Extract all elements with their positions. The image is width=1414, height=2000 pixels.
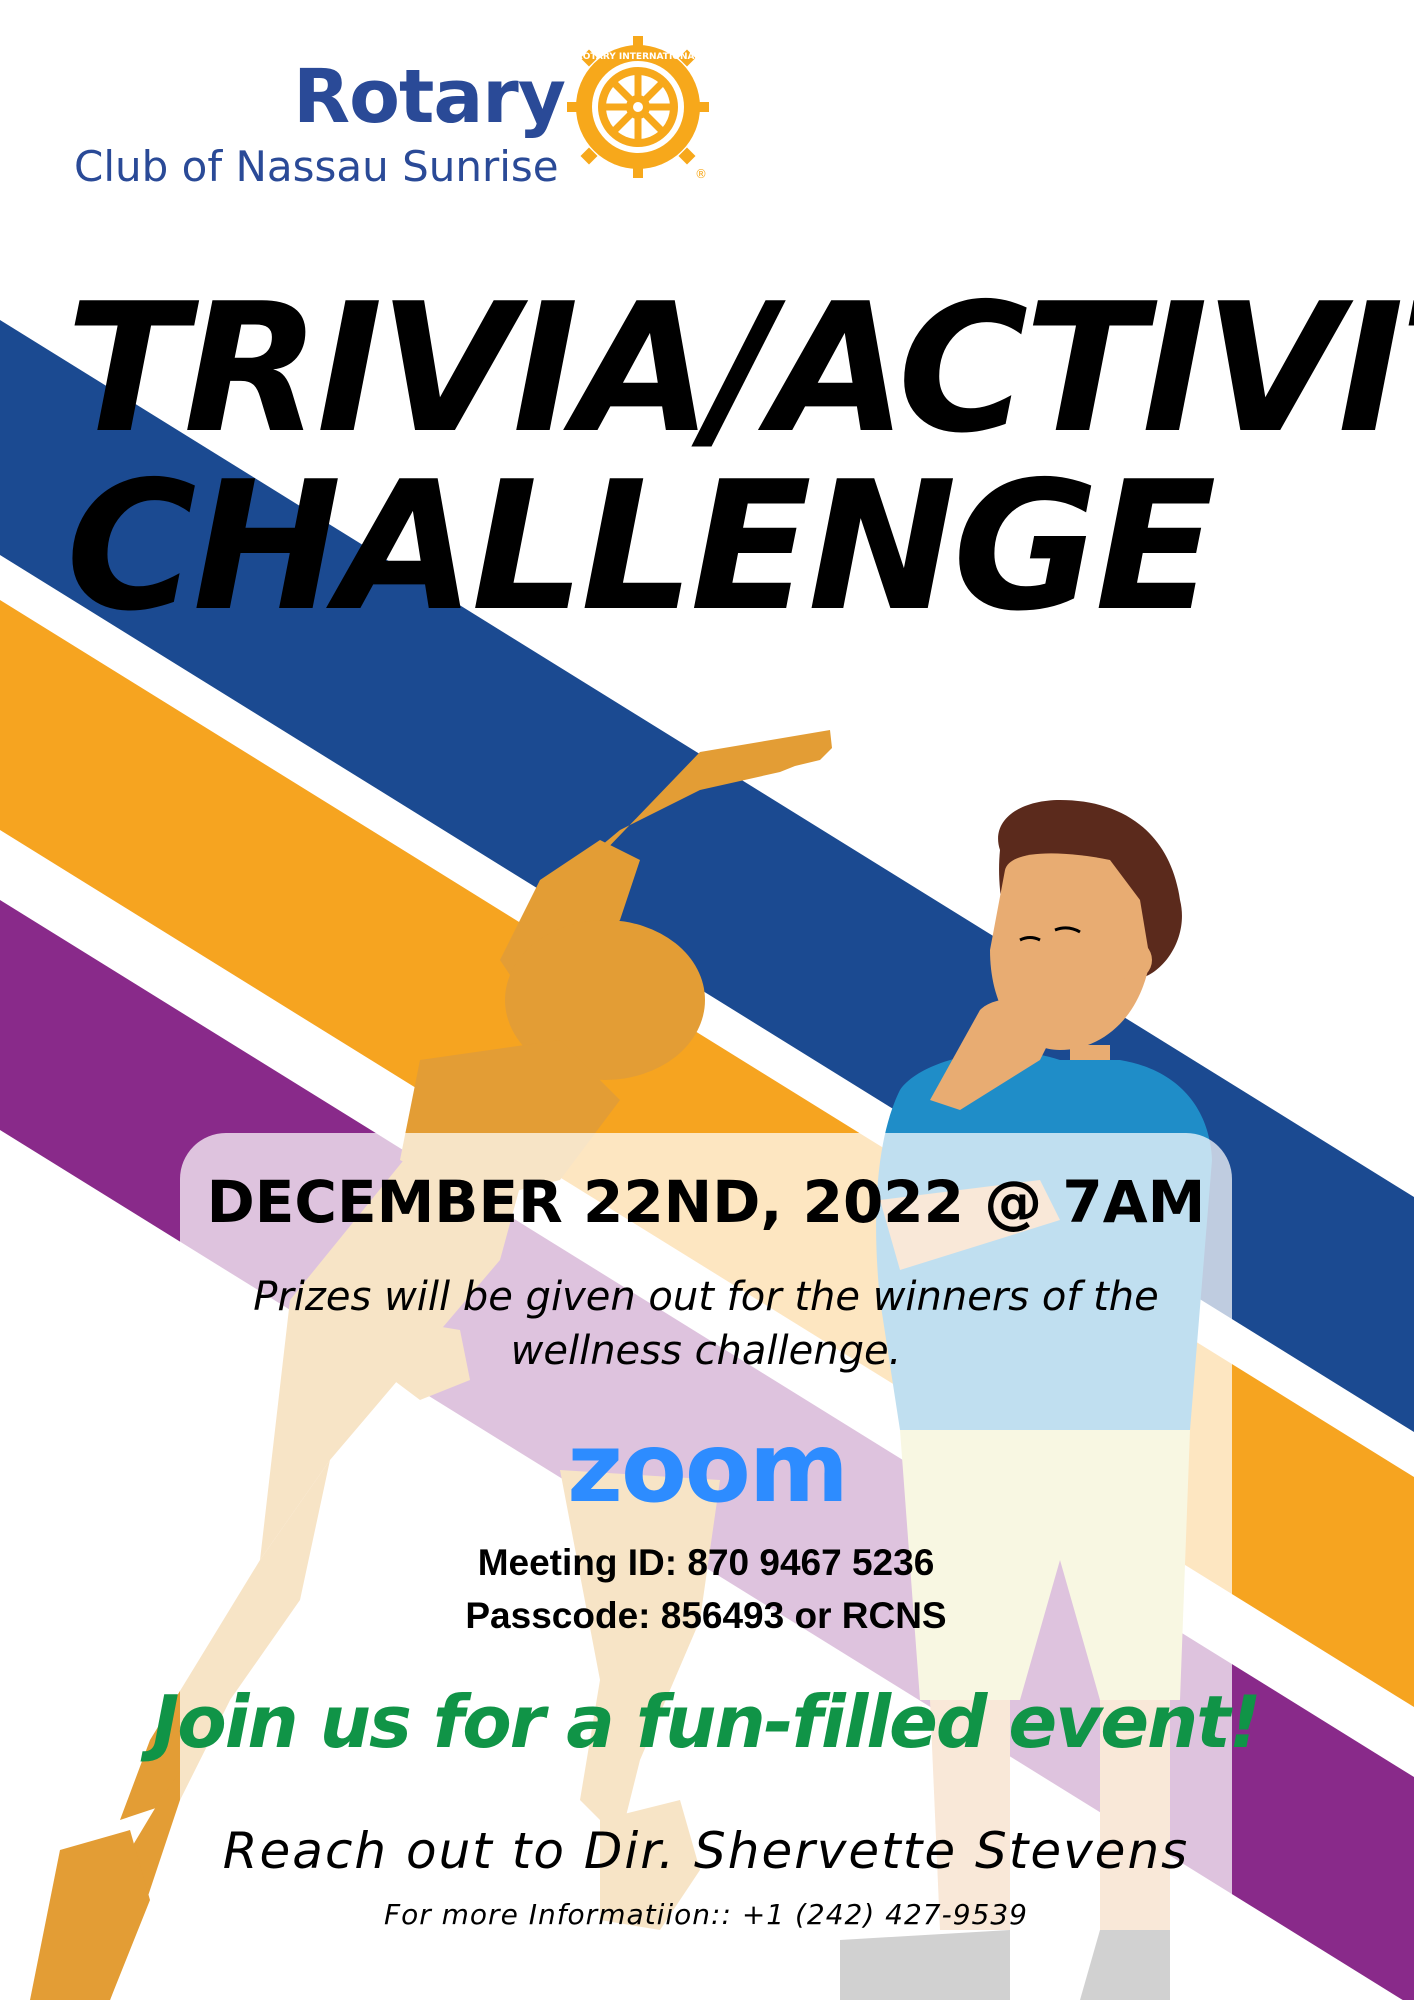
seal-text: ROTARY INTERNATIONAL [576,52,701,62]
event-date: DECEMBER 22ND, 2022 @ 7AM [206,1168,1206,1236]
passcode: Passcode: 856493 or RCNS [465,1595,947,1636]
logo-club-name: Club of Nassau Sunrise [74,142,559,191]
join-headline: Join us for a fun-filled event! [152,1680,1261,1764]
zoom-logo: zoom [567,1412,849,1524]
meeting-details: Meeting ID: 870 9467 5236 Passcode: 8564… [180,1536,1232,1642]
page-title: TRIVIA/ACTIVITY CHALLENGE [66,280,1414,636]
meeting-id: Meeting ID: 870 9467 5236 [477,1542,935,1583]
title-line-1: TRIVIA/ACTIVITY [66,265,1414,472]
prizes-text: Prizes will be given out for the winners… [253,1274,1159,1374]
title-line-2: CHALLENGE [66,443,1216,650]
flyer: Rotary Club of Nassau Sunrise ROTARY INT… [0,0,1414,2000]
logo-wordmark: Rotary [293,54,566,140]
rotary-wheel-icon: ROTARY INTERNATIONAL ® [567,36,709,181]
registered-mark: ® [695,167,707,181]
rotary-logo: Rotary Club of Nassau Sunrise ROTARY INT… [70,30,730,200]
contact-line: Reach out to Dir. Shervette Stevens [222,1822,1190,1880]
phone-info: For more Informatiion:: +1 (242) 427-953… [384,1898,1028,1931]
